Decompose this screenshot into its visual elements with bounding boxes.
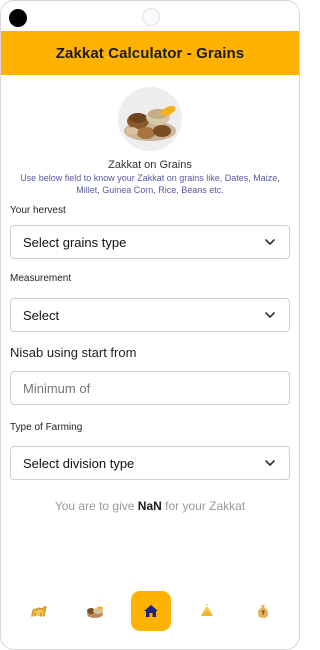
intro-title: Zakkat on Grains bbox=[108, 159, 192, 171]
grains-image bbox=[118, 87, 182, 151]
phone-frame: Zakkat Calculator - Grains Zakkat on Gra… bbox=[0, 0, 300, 650]
grains-icon bbox=[87, 606, 103, 618]
result-amount: NaN bbox=[137, 499, 162, 513]
app-bar: Zakkat Calculator - Grains bbox=[1, 31, 299, 75]
harvest-select[interactable]: Select grains type bbox=[10, 225, 290, 259]
farming-select[interactable]: Select division type bbox=[10, 446, 290, 480]
chevron-down-icon bbox=[265, 312, 275, 318]
zakkat-result: You are to give NaN for your Zakkat bbox=[1, 499, 299, 513]
money-bag-icon bbox=[257, 605, 269, 618]
status-bar bbox=[1, 1, 299, 31]
camera-cutout bbox=[9, 9, 27, 27]
nisab-input[interactable] bbox=[23, 380, 277, 396]
measurement-select[interactable]: Select bbox=[10, 298, 290, 332]
harvest-select-value: Select grains type bbox=[23, 234, 127, 250]
hero bbox=[1, 87, 299, 151]
gold-icon bbox=[201, 604, 213, 616]
home-icon bbox=[144, 605, 158, 617]
camel-icon bbox=[31, 606, 47, 617]
intro-description: Use below field to know your Zakkat on g… bbox=[20, 173, 280, 195]
result-suffix: for your Zakkat bbox=[165, 499, 246, 513]
nisab-label: Nisab using start from bbox=[10, 345, 137, 360]
nav-item-money[interactable] bbox=[243, 591, 283, 631]
harvest-label: Your hervest bbox=[10, 205, 66, 216]
chevron-down-icon bbox=[265, 239, 275, 245]
nav-item-gold[interactable] bbox=[187, 591, 227, 631]
nisab-input-box[interactable] bbox=[10, 371, 290, 405]
chevron-down-icon bbox=[265, 460, 275, 466]
measurement-select-value: Select bbox=[23, 307, 60, 323]
bottom-nav bbox=[1, 587, 299, 635]
page-title: Zakkat Calculator - Grains bbox=[55, 44, 245, 62]
result-prefix: You are to give bbox=[54, 499, 135, 513]
sensor-circle bbox=[142, 8, 160, 26]
nav-item-livestock[interactable] bbox=[19, 591, 59, 631]
farming-label: Type of Farming bbox=[10, 422, 83, 433]
measurement-label: Measurement bbox=[10, 273, 72, 284]
nav-item-home[interactable] bbox=[131, 591, 171, 631]
farming-select-value: Select division type bbox=[23, 455, 135, 471]
nav-item-grains[interactable] bbox=[75, 591, 115, 631]
